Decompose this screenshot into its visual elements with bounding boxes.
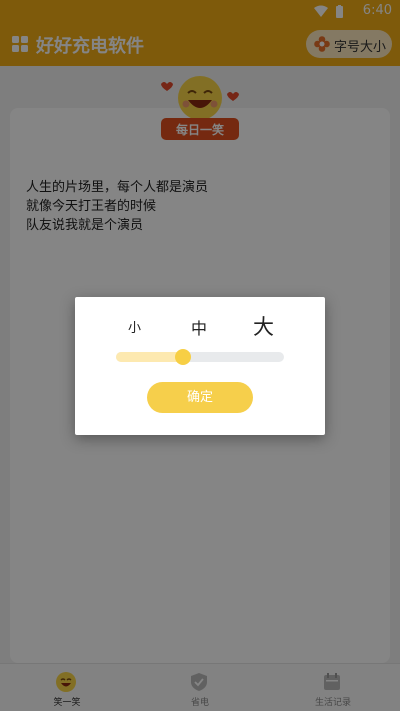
confirm-button[interactable]: 确定 xyxy=(147,382,253,413)
font-size-slider[interactable] xyxy=(116,349,284,365)
slider-thumb[interactable] xyxy=(175,349,192,365)
size-option-small[interactable]: 小 xyxy=(128,317,141,336)
size-option-medium[interactable]: 中 xyxy=(191,315,207,339)
font-size-dialog: 小 中 大 确定 xyxy=(75,297,325,435)
slider-fill xyxy=(116,352,184,362)
size-option-large[interactable]: 大 xyxy=(253,311,274,341)
